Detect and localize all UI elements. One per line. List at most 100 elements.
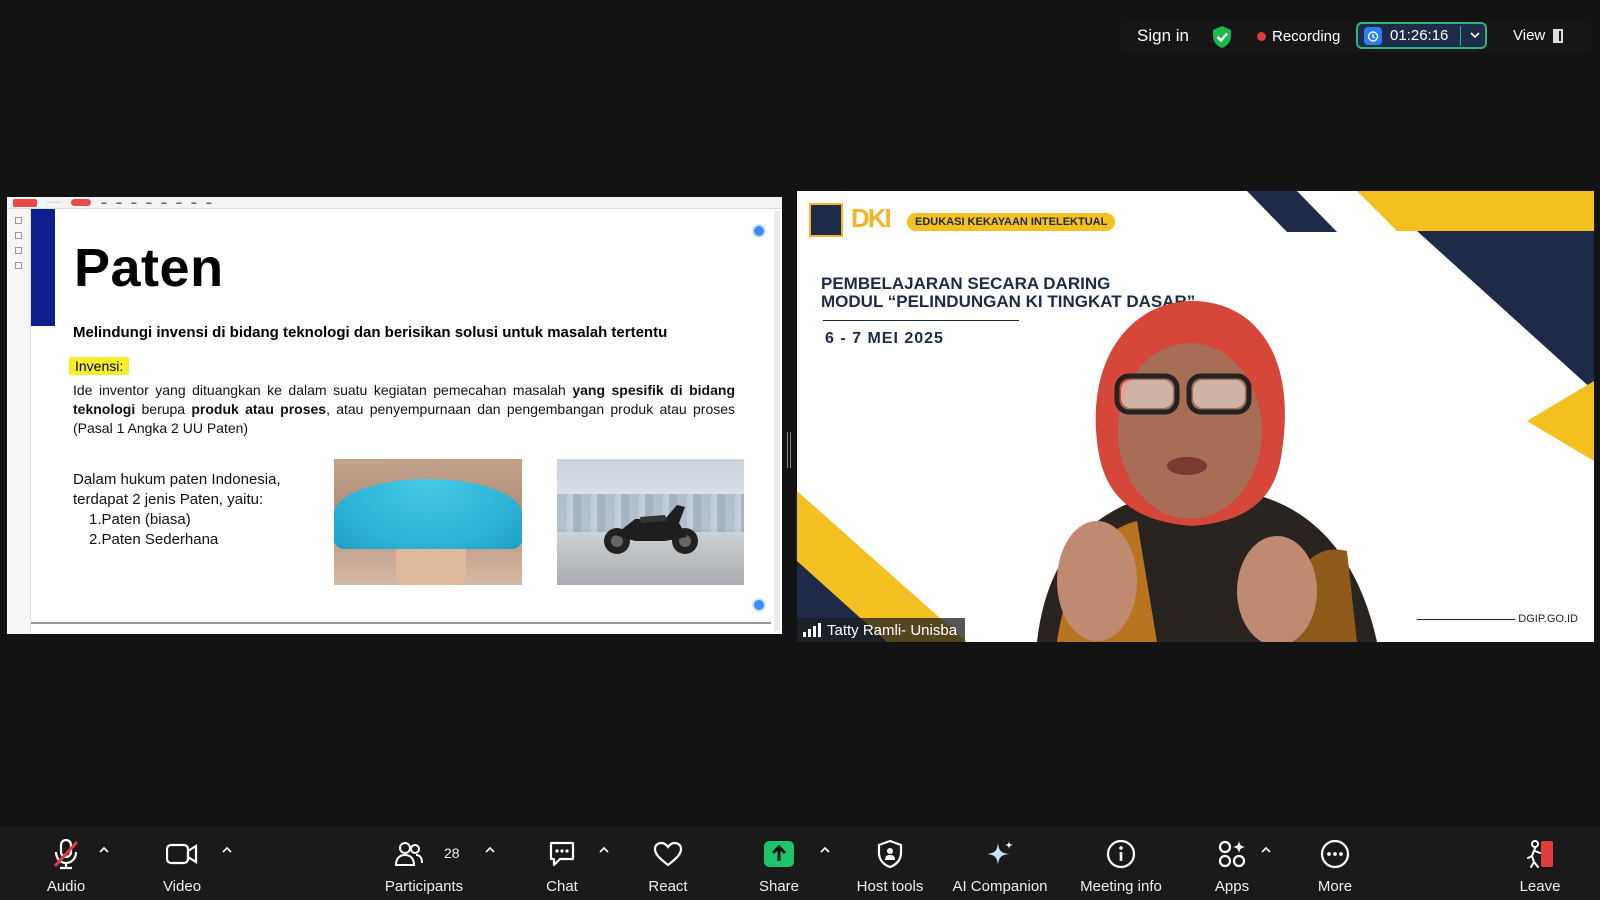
- sign-in-button[interactable]: Sign in: [1137, 26, 1189, 46]
- signal-bar: [803, 632, 806, 637]
- motorcycle-shape: [595, 497, 705, 557]
- info-icon: [1103, 836, 1139, 872]
- pdf-menu-convert[interactable]: ▬: [161, 200, 166, 206]
- pdf-viewer-toolbar: ▫ ▫ ▫ ▫ ▫ ▬ ▬ ▬ ▬ ▬ ▬ ▬ ▬: [7, 197, 782, 209]
- recording-dot-icon: [1257, 32, 1266, 41]
- pdf-home-tab[interactable]: [71, 199, 91, 206]
- share-button[interactable]: Share: [751, 826, 807, 900]
- video-label: Video: [163, 878, 201, 895]
- pdf-menu-annotate[interactable]: ▬: [116, 200, 121, 206]
- signal-bar: [818, 623, 821, 637]
- chat-options-chevron-icon[interactable]: [598, 844, 610, 856]
- leave-button[interactable]: Leave: [1512, 826, 1568, 900]
- timer-divider: [1460, 26, 1461, 46]
- apps-button[interactable]: Apps: [1204, 826, 1260, 900]
- pdf-menu-tools[interactable]: ▬: [191, 200, 196, 206]
- dki-logo: DKI: [851, 203, 890, 234]
- apps-icon: [1214, 836, 1250, 872]
- signal-bar: [813, 626, 816, 637]
- slide-accent-bar: [31, 209, 55, 326]
- edukasi-badge: EDUKASI KEKAYAAN INTELEKTUAL: [907, 213, 1115, 231]
- apps-options-chevron-icon[interactable]: [1260, 844, 1272, 856]
- more-dots-icon: [1317, 836, 1353, 872]
- shield-check-icon[interactable]: [1211, 25, 1233, 49]
- assistant-fab-icon[interactable]: [752, 598, 766, 612]
- paragraph-part: Ide inventor yang dituangkan ke dalam su…: [73, 382, 572, 398]
- view-button[interactable]: View: [1513, 27, 1563, 44]
- participants-options-chevron-icon[interactable]: [484, 844, 496, 856]
- share-options-chevron-icon[interactable]: [819, 844, 831, 856]
- pdf-menu-edit[interactable]: ▬: [101, 200, 106, 206]
- participant-name: Tatty Ramli- Unisba: [827, 622, 957, 639]
- bookmark-icon[interactable]: [15, 217, 22, 224]
- pdf-menu-form[interactable]: ▬: [146, 200, 151, 206]
- video-button[interactable]: Video: [154, 826, 210, 900]
- list-intro: Dalam hukum paten Indonesia, terdapat 2 …: [73, 470, 313, 510]
- comment-icon[interactable]: [15, 247, 22, 254]
- pdf-toolbar-dots: ▫ ▫ ▫ ▫ ▫: [47, 200, 61, 206]
- audio-label: Audio: [47, 878, 85, 895]
- pdf-menu-help[interactable]: ▬: [206, 200, 211, 206]
- participant-name-tag: Tatty Ramli- Unisba: [797, 618, 965, 642]
- ai-companion-button[interactable]: AI Companion: [950, 826, 1050, 900]
- share-arrow-icon: [761, 836, 797, 872]
- video-camera-icon: [164, 836, 200, 872]
- meeting-info-button[interactable]: Meeting info: [1071, 826, 1171, 900]
- pdf-menu-protect[interactable]: ▬: [176, 200, 181, 206]
- dki-logo-text: DKI: [851, 203, 890, 233]
- pdf-sidebar: [7, 209, 31, 634]
- apps-label: Apps: [1215, 878, 1249, 895]
- slide-subtitle: Melindungi invensi di bidang teknologi d…: [73, 324, 667, 341]
- webinar-date: 6 - 7 MEI 2025: [825, 330, 944, 348]
- view-layout-icon: [1553, 29, 1563, 43]
- motorcycle-image: [557, 459, 744, 585]
- sparkle-icon: [982, 836, 1018, 872]
- list-item: 2.Paten Sederhana: [89, 530, 313, 550]
- highlighted-term: Invensi:: [69, 357, 129, 375]
- thumbnail-icon[interactable]: [15, 232, 22, 239]
- more-button[interactable]: More: [1307, 826, 1363, 900]
- more-label: More: [1318, 878, 1352, 895]
- host-shield-icon: [872, 836, 908, 872]
- split-view-divider[interactable]: [787, 432, 791, 468]
- host-tools-label: Host tools: [857, 878, 924, 895]
- recording-label: Recording: [1272, 28, 1340, 45]
- chevron-down-icon[interactable]: [1468, 28, 1482, 42]
- baby-shower-cap-image: [334, 459, 522, 585]
- leave-label: Leave: [1520, 878, 1561, 895]
- signal-bar: [808, 629, 811, 637]
- chat-label: Chat: [546, 878, 578, 895]
- chat-button[interactable]: Chat: [534, 826, 590, 900]
- leave-icon: [1522, 836, 1558, 872]
- speaker-figure: [977, 291, 1417, 642]
- pdf-file-menu[interactable]: [13, 199, 37, 207]
- paragraph-part: berupa: [135, 401, 191, 417]
- shared-screen-panel[interactable]: ▫ ▫ ▫ ▫ ▫ ▬ ▬ ▬ ▬ ▬ ▬ ▬ ▬ Paten Melindun…: [7, 197, 782, 634]
- participants-button[interactable]: Participants: [380, 826, 468, 900]
- participant-video-tile[interactable]: DKI EDUKASI KEKAYAAN INTELEKTUAL PEMBELA…: [797, 191, 1594, 642]
- participants-label: Participants: [385, 878, 463, 895]
- host-tools-button[interactable]: Host tools: [850, 826, 930, 900]
- audio-options-chevron-icon[interactable]: [98, 844, 110, 856]
- video-options-chevron-icon[interactable]: [221, 844, 233, 856]
- meeting-top-bar: Sign in Recording 01:26:16 View: [1120, 20, 1592, 53]
- timer-icon: [1364, 27, 1382, 45]
- list-item: 1.Paten (biasa): [89, 510, 313, 530]
- paragraph-bold: produk atau proses: [191, 401, 326, 417]
- attachment-icon[interactable]: [15, 262, 22, 269]
- heart-icon: [650, 836, 686, 872]
- react-button[interactable]: React: [640, 826, 696, 900]
- translate-fab-icon[interactable]: [752, 224, 766, 238]
- pdf-page-border: [31, 622, 771, 624]
- shower-cap-shape: [334, 479, 522, 549]
- patent-types-list: Dalam hukum paten Indonesia, terdapat 2 …: [73, 470, 313, 550]
- pdf-scrollbar[interactable]: [774, 211, 780, 631]
- definition-paragraph: Ide inventor yang dituangkan ke dalam su…: [73, 381, 735, 438]
- recording-indicator[interactable]: Recording: [1257, 28, 1340, 45]
- audio-button[interactable]: Audio: [38, 826, 94, 900]
- meeting-timer[interactable]: 01:26:16: [1356, 22, 1487, 49]
- pdf-menu-page[interactable]: ▬: [131, 200, 136, 206]
- chat-icon: [544, 836, 580, 872]
- ministry-logo-icon: [809, 203, 843, 237]
- website-label: DGIP.GO.ID: [1518, 613, 1578, 625]
